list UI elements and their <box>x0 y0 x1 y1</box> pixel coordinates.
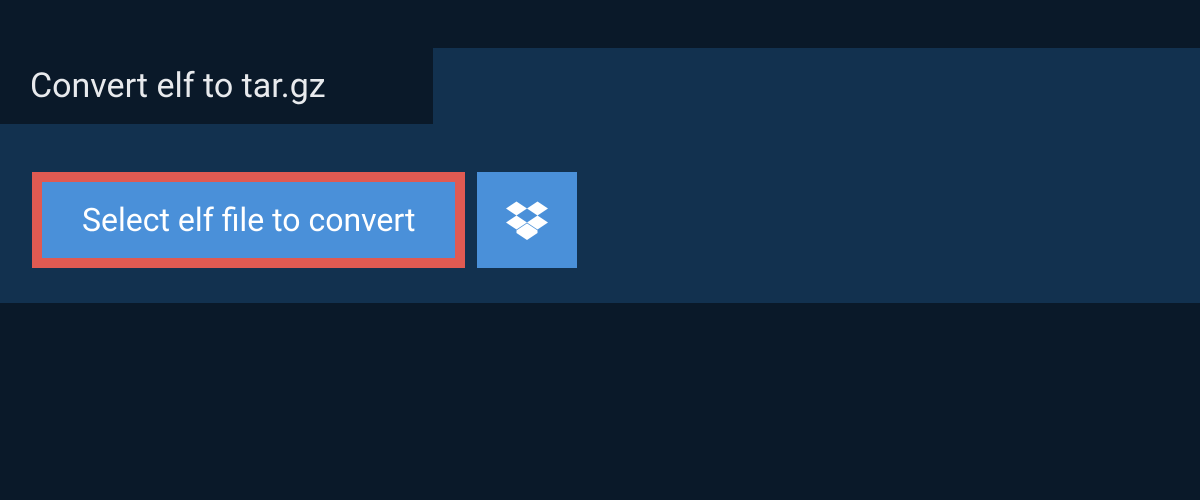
dropbox-icon <box>506 198 548 243</box>
tab-header: Convert elf to tar.gz <box>0 48 433 124</box>
page-title: Convert elf to tar.gz <box>30 66 326 106</box>
select-file-label: Select elf file to convert <box>82 204 415 236</box>
action-row: Select elf file to convert <box>32 172 577 268</box>
dropbox-button[interactable] <box>477 172 577 268</box>
select-file-button[interactable]: Select elf file to convert <box>32 172 465 268</box>
